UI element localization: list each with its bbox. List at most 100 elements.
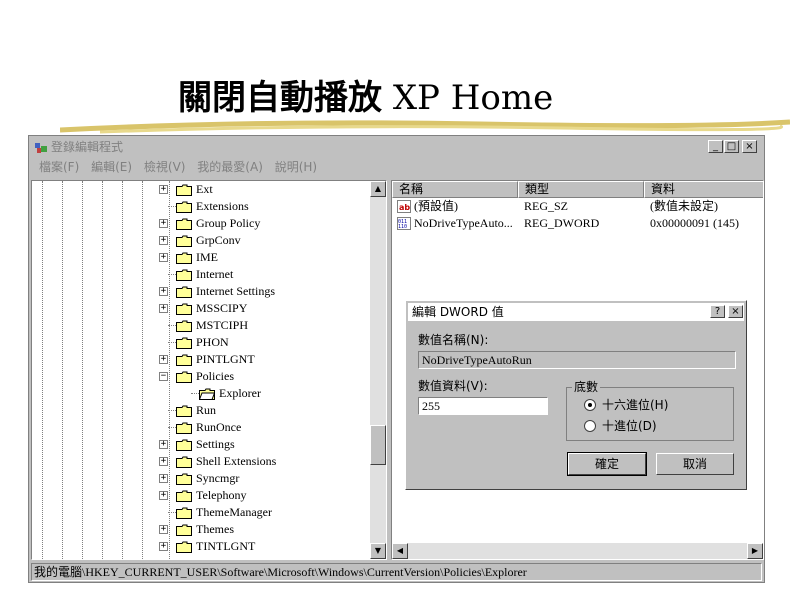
expand-icon[interactable]: + <box>159 457 168 466</box>
tree-item-label: Internet Settings <box>196 284 275 298</box>
column-header-type[interactable]: 類型 <box>518 181 644 198</box>
tree-item-label: Group Policy <box>196 216 261 230</box>
tree-vertical-scrollbar[interactable]: ▲ ▼ <box>370 181 386 559</box>
title-underline-decoration <box>60 119 790 134</box>
tree-item-label: RunOnce <box>196 420 242 434</box>
scroll-left-arrow-icon[interactable]: ◀ <box>392 543 408 559</box>
scroll-up-arrow-icon[interactable]: ▲ <box>370 181 386 197</box>
tree-item[interactable]: + IME <box>159 249 359 266</box>
tree-item[interactable]: Internet <box>159 266 359 283</box>
slide-title-cjk: 關閉自動播放 <box>178 78 382 118</box>
folder-icon <box>176 286 192 298</box>
tree-item[interactable]: + Syncmgr <box>159 470 359 487</box>
expand-icon[interactable]: + <box>159 304 168 313</box>
dialog-titlebar[interactable]: 編輯 DWORD 值 ? × <box>408 303 744 321</box>
folder-icon <box>176 320 192 332</box>
dialog-close-button[interactable]: × <box>728 305 743 318</box>
folder-icon <box>176 456 192 468</box>
tree-item[interactable]: + PINTLGNT <box>159 351 359 368</box>
folder-icon <box>176 184 192 196</box>
menu-bar: 檔案(F) 編輯(E) 檢視(V) 我的最愛(A) 說明(H) <box>31 158 762 176</box>
menu-favorites[interactable]: 我的最愛(A) <box>197 160 263 174</box>
tree-connector <box>168 410 176 411</box>
tree-item-label: Explorer <box>219 386 261 400</box>
tree-item[interactable]: MSTCIPH <box>159 317 359 334</box>
collapse-icon[interactable]: − <box>159 372 168 381</box>
tree-item[interactable]: + Settings <box>159 436 359 453</box>
expand-icon[interactable]: + <box>159 185 168 194</box>
tree-item-label: Ext <box>196 182 213 196</box>
tree-item[interactable]: + Themes <box>159 521 359 538</box>
tree-item[interactable]: + Telephony <box>159 487 359 504</box>
minimize-button[interactable]: _ <box>708 140 723 153</box>
tree-item-label: TINTLGNT <box>196 539 256 553</box>
tree-item-label: ThemeManager <box>196 505 272 519</box>
tree-item[interactable]: + Group Policy <box>159 215 359 232</box>
tree-item-label: Run <box>196 403 217 417</box>
tree-guide-line <box>82 181 83 559</box>
expand-icon[interactable]: + <box>159 236 168 245</box>
folder-icon <box>176 201 192 213</box>
hex-radio-label[interactable]: 十六進位(H) <box>602 397 668 413</box>
ok-button[interactable]: 確定 <box>567 452 647 476</box>
folder-icon <box>176 354 192 366</box>
expand-icon[interactable]: + <box>159 542 168 551</box>
cancel-button[interactable]: 取消 <box>656 453 734 475</box>
column-header-data[interactable]: 資料 <box>644 181 763 198</box>
tree-item[interactable]: + Internet Settings <box>159 283 359 300</box>
tree-item[interactable]: + MSSCIPY <box>159 300 359 317</box>
radio-selected-dot <box>588 403 592 407</box>
decimal-radio[interactable] <box>584 420 596 432</box>
column-header-name[interactable]: 名稱 <box>392 181 518 198</box>
value-data-input[interactable]: 255 <box>418 397 548 415</box>
expand-icon[interactable]: + <box>159 491 168 500</box>
tree-item[interactable]: Run <box>159 402 359 419</box>
tree-item[interactable]: + TINTLGNT <box>159 538 359 555</box>
tree-item-label: Telephony <box>196 488 247 502</box>
tree-item[interactable]: + Shell Extensions <box>159 453 359 470</box>
tree-item[interactable]: − Policies <box>159 368 359 385</box>
folder-icon <box>176 371 192 383</box>
tree-item-label: Extensions <box>196 199 249 213</box>
tree-item[interactable]: Extensions <box>159 198 359 215</box>
value-data-label: 數值資料(V): <box>418 379 488 393</box>
tree-item[interactable]: PHON <box>159 334 359 351</box>
expand-icon[interactable]: + <box>159 287 168 296</box>
menu-edit[interactable]: 編輯(E) <box>91 160 132 174</box>
folder-icon <box>176 422 192 434</box>
expand-icon[interactable]: + <box>159 525 168 534</box>
folder-icon <box>176 405 192 417</box>
expand-icon[interactable]: + <box>159 253 168 262</box>
value-type: REG_SZ <box>524 199 569 213</box>
menu-file[interactable]: 檔案(F) <box>39 160 79 174</box>
expand-icon[interactable]: + <box>159 474 168 483</box>
close-button[interactable]: × <box>742 140 757 153</box>
registry-tree-pane[interactable]: + Ext Extensions + Group Policy + GrpConv + IME I… <box>31 180 387 560</box>
expand-icon[interactable]: + <box>159 355 168 364</box>
value-name-field[interactable]: NoDriveTypeAutoRun <box>418 351 736 369</box>
values-horizontal-scrollbar[interactable]: ◀ ▶ <box>392 543 763 559</box>
menu-view[interactable]: 檢視(V) <box>144 160 186 174</box>
value-name-label: 數值名稱(N): <box>418 333 489 347</box>
tree-connector <box>168 427 176 428</box>
tree-item[interactable]: + Ext <box>159 181 359 198</box>
menu-help[interactable]: 說明(H) <box>275 160 317 174</box>
tree-item[interactable]: ThemeManager <box>159 504 359 521</box>
maximize-button[interactable]: □ <box>724 140 739 153</box>
tree-item-label: PHON <box>196 335 229 349</box>
tree-item[interactable]: + GrpConv <box>159 232 359 249</box>
tree-scroll-thumb[interactable] <box>370 425 386 465</box>
hex-radio[interactable] <box>584 399 596 411</box>
expand-icon[interactable]: + <box>159 219 168 228</box>
help-button[interactable]: ? <box>710 305 725 318</box>
tree-item[interactable]: Explorer <box>182 385 382 402</box>
value-data: 0x00000091 (145) <box>650 216 739 230</box>
tree-guide-line <box>142 181 143 559</box>
window-title: 登錄編輯程式 <box>51 140 124 154</box>
decimal-radio-label[interactable]: 十進位(D) <box>602 418 657 434</box>
expand-icon[interactable]: + <box>159 440 168 449</box>
scroll-down-arrow-icon[interactable]: ▼ <box>370 543 386 559</box>
tree-item[interactable]: RunOnce <box>159 419 359 436</box>
scroll-right-arrow-icon[interactable]: ▶ <box>747 543 763 559</box>
window-titlebar[interactable]: 登錄編輯程式 _ □ × <box>31 138 762 156</box>
